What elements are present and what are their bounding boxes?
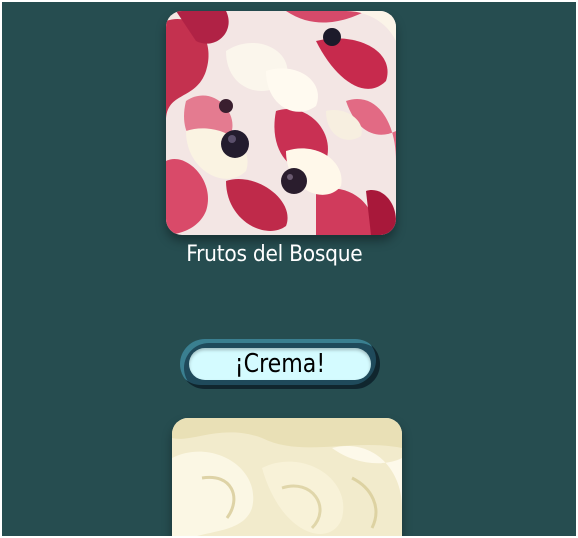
crema-button-label: ¡Crema! [234,349,326,379]
flavor-image-frutos-del-bosque[interactable] [166,11,396,235]
berry-ice-cream-photo [166,11,396,235]
flavor-image-cream[interactable] [172,418,402,536]
flavor-name: Frutos del Bosque [186,242,363,267]
crema-category-button[interactable]: ¡Crema! [180,339,380,389]
cream-ice-cream-photo [172,418,402,536]
app-screen: Frutos del Bosque ¡Crema! [2,2,576,536]
